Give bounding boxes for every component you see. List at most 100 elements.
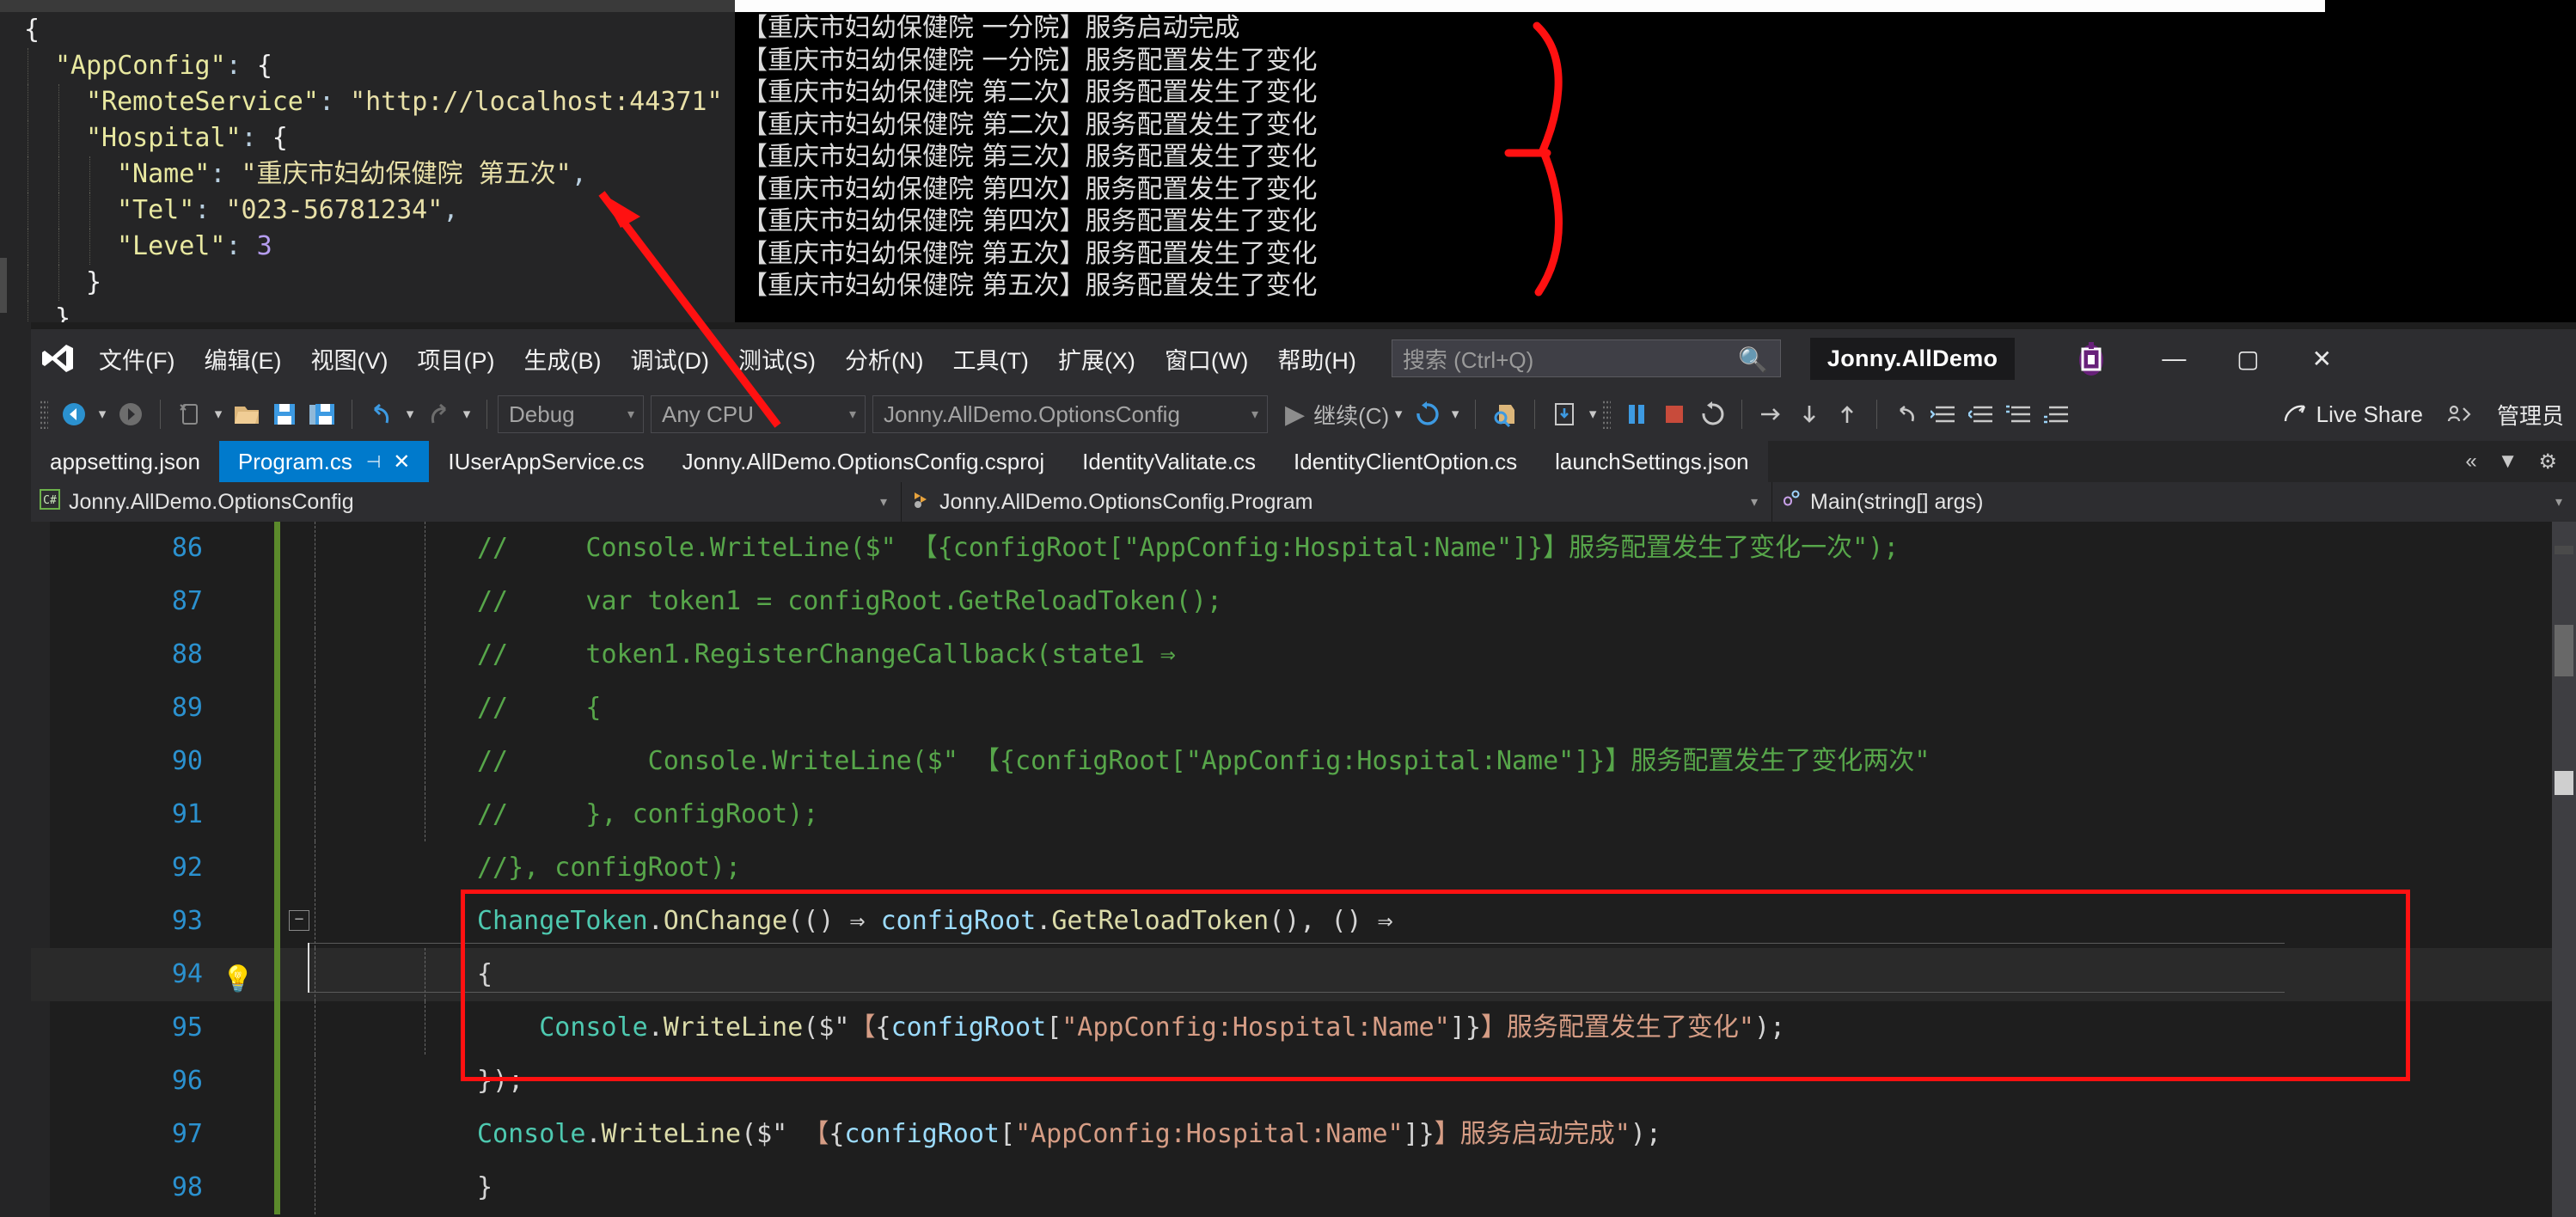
menu-build[interactable]: 生成(B) bbox=[509, 329, 615, 388]
menu-project[interactable]: 项目(P) bbox=[402, 329, 509, 388]
navigate-back-icon[interactable] bbox=[55, 395, 93, 433]
search-input[interactable]: 搜索 (Ctrl+Q) 🔍 bbox=[1391, 339, 1781, 377]
redo-icon[interactable] bbox=[419, 395, 457, 433]
restart-dropdown-caret[interactable]: ▾ bbox=[1446, 406, 1465, 423]
code-lines-container[interactable]: 86 // Console.WriteLine($" 【{configRoot["… bbox=[31, 522, 2576, 1217]
save-all-button[interactable] bbox=[303, 395, 341, 433]
menu-extensions[interactable]: 扩展(X) bbox=[1043, 329, 1150, 388]
window-maximize-button[interactable]: ▢ bbox=[2211, 329, 2285, 388]
tab-list-dropdown-icon[interactable]: ▼ bbox=[2487, 449, 2529, 474]
json-token: } bbox=[86, 267, 102, 297]
editor-vertical-scrollbar[interactable] bbox=[2552, 522, 2576, 1217]
code-line[interactable]: 98} bbox=[31, 1161, 2576, 1214]
tab-identityvalitate-cs[interactable]: IdentityValitate.cs bbox=[1063, 441, 1275, 482]
undo-dropdown-caret[interactable]: ▾ bbox=[401, 406, 419, 423]
breadcrumb-method[interactable]: Main(string[] args) ▾ bbox=[1772, 482, 2576, 522]
tab-scroll-left-icon[interactable]: « bbox=[2455, 449, 2487, 474]
code-line[interactable]: 92 //}, configRoot); bbox=[31, 841, 2576, 895]
code-editor[interactable]: 86 // Console.WriteLine($" 【{configRoot["… bbox=[31, 522, 2576, 1217]
solution-platform-select[interactable]: Any CPU ▾ bbox=[651, 395, 866, 433]
toolbar-grip-handle-2[interactable] bbox=[1602, 400, 1612, 429]
chevron-down-icon[interactable]: ▾ bbox=[1725, 493, 1758, 511]
window-minimize-button[interactable]: — bbox=[2137, 329, 2211, 388]
step-out-arrow-icon[interactable] bbox=[1828, 395, 1866, 433]
undo-2-icon[interactable] bbox=[1888, 395, 1925, 433]
new-project-dropdown-caret[interactable]: ▾ bbox=[209, 406, 228, 423]
step-dropdown-caret[interactable]: ▾ bbox=[1583, 406, 1602, 423]
open-file-icon[interactable] bbox=[228, 395, 266, 433]
code-line[interactable]: 93− ChangeToken.OnChange(() ⇒ configRoot.… bbox=[31, 895, 2576, 948]
collapse-outline-icon[interactable]: − bbox=[289, 910, 309, 931]
menu-test[interactable]: 测试(S) bbox=[724, 329, 830, 388]
toolbar-divider-5 bbox=[1534, 400, 1536, 429]
code-line[interactable]: 96}); bbox=[31, 1055, 2576, 1108]
redo-dropdown-caret[interactable]: ▾ bbox=[457, 406, 476, 423]
lightbulb-icon[interactable]: 💡 bbox=[222, 953, 254, 1006]
restart-debug-icon[interactable] bbox=[1408, 395, 1446, 433]
code-line[interactable]: 91 // }, configRoot); bbox=[31, 788, 2576, 841]
menu-tools[interactable]: 工具(T) bbox=[938, 329, 1043, 388]
tab-program-cs[interactable]: Program.cs ⊣ ✕ bbox=[218, 441, 430, 482]
code-line[interactable]: 89 // { bbox=[31, 682, 2576, 735]
scrollbar-thumb[interactable] bbox=[2555, 625, 2573, 676]
share-feedback-icon[interactable] bbox=[2440, 395, 2478, 433]
menu-help[interactable]: 帮助(H) bbox=[1263, 329, 1370, 388]
tab-csproj[interactable]: Jonny.AllDemo.OptionsConfig.csproj bbox=[663, 441, 1064, 482]
tab-appsetting-json[interactable]: appsetting.json bbox=[31, 441, 219, 482]
new-project-icon[interactable] bbox=[171, 395, 209, 433]
scroll-marker bbox=[2555, 546, 2573, 554]
menu-window[interactable]: 窗口(W) bbox=[1150, 329, 1263, 388]
json-line: { bbox=[5, 12, 735, 48]
step-into-icon[interactable] bbox=[1545, 395, 1583, 433]
indent-guide bbox=[89, 229, 90, 265]
navigate-back-dropdown-caret[interactable]: ▾ bbox=[93, 406, 112, 423]
code-line[interactable]: 88 // token1.RegisterChangeCallback(state… bbox=[31, 628, 2576, 682]
code-line[interactable]: 97 Console.WriteLine($" 【{configRoot["App… bbox=[31, 1108, 2576, 1161]
pin-icon[interactable]: ⊣ bbox=[366, 451, 381, 473]
tab-identityclientoption-cs[interactable]: IdentityClientOption.cs bbox=[1275, 441, 1537, 482]
gear-icon[interactable]: ⚙ bbox=[2528, 449, 2567, 474]
json-code-area[interactable]: {"AppConfig": {"RemoteService": "http://… bbox=[0, 12, 735, 322]
vs-menu-bar[interactable]: 文件(F) 编辑(E) 视图(V) 项目(P) 生成(B) 调试(D) 测试(S… bbox=[84, 329, 1371, 388]
indent-lines-icon-1[interactable] bbox=[1925, 395, 1963, 433]
code-line[interactable]: 95 Console.WriteLine($"【{configRoot["App… bbox=[31, 1001, 2576, 1055]
menu-file[interactable]: 文件(F) bbox=[84, 329, 189, 388]
tab-iuserappservice-cs[interactable]: IUserAppService.cs bbox=[429, 441, 664, 482]
code-line[interactable]: 86 // Console.WriteLine($" 【{configRoot["… bbox=[31, 522, 2576, 575]
save-button[interactable] bbox=[266, 395, 303, 433]
breadcrumb-class[interactable]: Jonny.AllDemo.OptionsConfig.Program ▾ bbox=[902, 482, 1772, 522]
indent-lines-icon-2[interactable] bbox=[1963, 395, 2001, 433]
toolbar-divider-1 bbox=[160, 400, 161, 429]
live-share-button[interactable]: Live Share bbox=[2282, 401, 2423, 428]
uncomment-lines-icon[interactable] bbox=[2039, 395, 2077, 433]
continue-dropdown-caret[interactable]: ▾ bbox=[1389, 406, 1408, 423]
undo-icon[interactable] bbox=[363, 395, 401, 433]
restart-button[interactable] bbox=[1693, 395, 1731, 433]
tab-launchsettings-json[interactable]: launchSettings.json bbox=[1536, 441, 1768, 482]
step-over-arrow-icon[interactable] bbox=[1753, 395, 1790, 433]
solution-configuration-select[interactable]: Debug ▾ bbox=[498, 395, 644, 433]
step-into-arrow-icon[interactable] bbox=[1790, 395, 1828, 433]
menu-edit[interactable]: 编辑(E) bbox=[189, 329, 296, 388]
menu-view[interactable]: 视图(V) bbox=[296, 329, 402, 388]
close-icon[interactable]: ✕ bbox=[393, 449, 410, 474]
navigate-forward-icon[interactable] bbox=[112, 395, 150, 433]
show-next-statement-icon[interactable] bbox=[1486, 395, 1524, 433]
console-window-right-filler bbox=[2325, 0, 2576, 322]
continue-button[interactable]: ▶ 继续(C) ▾ bbox=[1275, 399, 1408, 431]
json-scrollbar-thumb[interactable] bbox=[0, 258, 7, 313]
code-line[interactable]: 87 // var token1 = configRoot.GetReloadTo… bbox=[31, 575, 2576, 628]
breadcrumb-project[interactable]: C# Jonny.AllDemo.OptionsConfig ▾ bbox=[31, 482, 902, 522]
window-close-button[interactable]: ✕ bbox=[2285, 329, 2359, 388]
chevron-down-icon[interactable]: ▾ bbox=[2530, 493, 2562, 511]
comment-lines-icon[interactable] bbox=[2001, 395, 2039, 433]
stop-debugging-button[interactable] bbox=[1655, 395, 1693, 433]
menu-analyze[interactable]: 分析(N) bbox=[830, 329, 938, 388]
chevron-down-icon[interactable]: ▾ bbox=[854, 493, 887, 511]
menu-debug[interactable]: 调试(D) bbox=[615, 329, 723, 388]
pause-button[interactable] bbox=[1618, 395, 1655, 433]
code-line[interactable]: 90 // Console.WriteLine($" 【{configRoot["… bbox=[31, 735, 2576, 788]
toolbar-grip-handle[interactable] bbox=[40, 400, 48, 429]
startup-project-select[interactable]: Jonny.AllDemo.OptionsConfig ▾ bbox=[872, 395, 1268, 433]
account-avatar[interactable] bbox=[2068, 335, 2114, 382]
